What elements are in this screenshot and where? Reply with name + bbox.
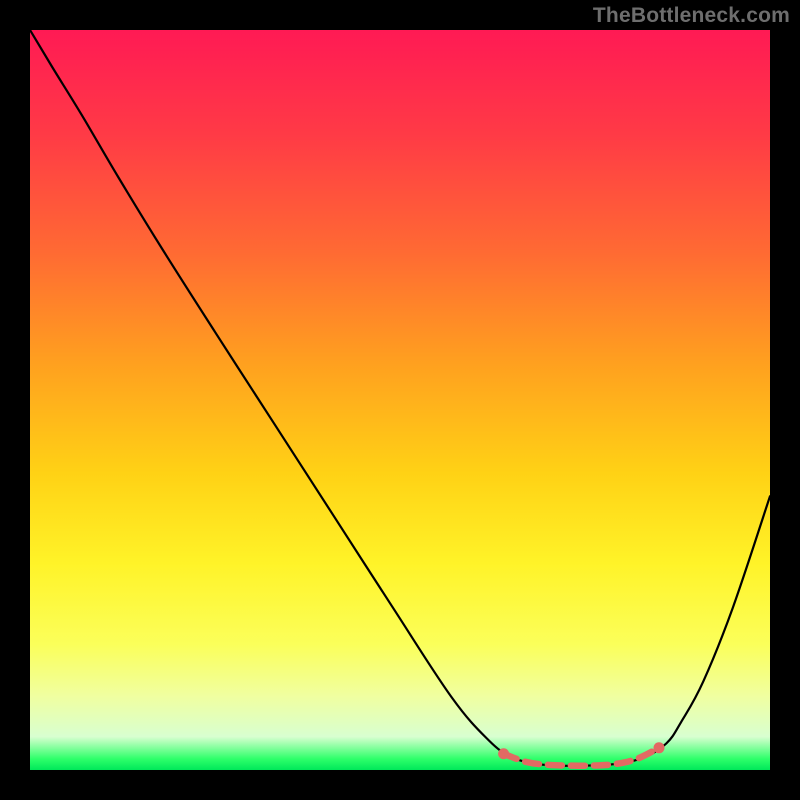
gradient-background bbox=[30, 30, 770, 770]
highlight-endpoint-dot bbox=[498, 748, 509, 759]
watermark-text: TheBottleneck.com bbox=[593, 4, 790, 28]
highlight-endpoint-dot bbox=[654, 742, 665, 753]
bottleneck-curve-chart bbox=[30, 30, 770, 770]
chart-container bbox=[30, 30, 770, 770]
